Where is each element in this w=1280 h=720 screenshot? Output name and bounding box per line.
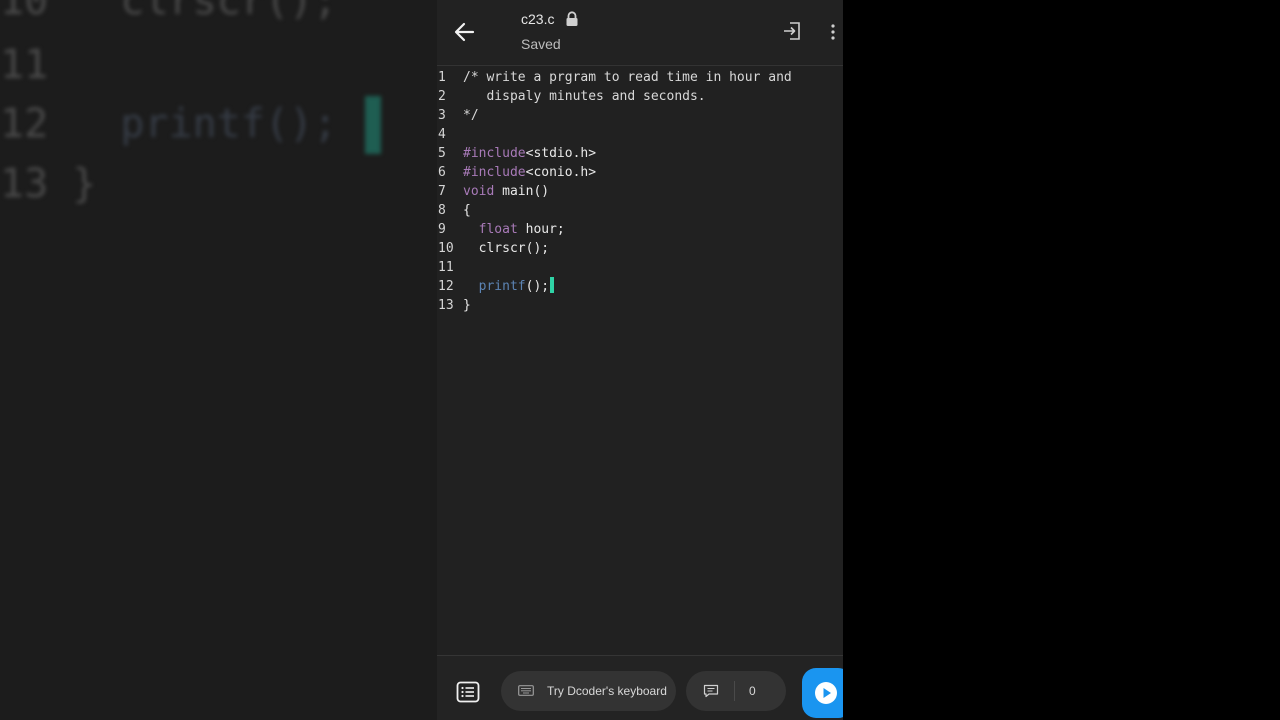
line-number: 7 — [438, 184, 446, 199]
code-token: */ — [463, 108, 479, 123]
play-icon — [815, 682, 837, 704]
line-number: 1 — [438, 70, 446, 85]
comment-icon — [703, 684, 719, 698]
code-token: void — [463, 184, 495, 199]
list-menu-icon — [456, 681, 480, 703]
code-line[interactable]: 8{ — [437, 201, 843, 220]
line-code: dispaly minutes and seconds. — [463, 87, 706, 106]
exit-button[interactable] — [781, 20, 803, 42]
line-number: 4 — [438, 127, 446, 142]
backdrop-line-number: 11 — [0, 42, 49, 88]
line-code: /* write a prgram to read time in hour a… — [463, 68, 792, 87]
backdrop-line: 11 — [0, 42, 48, 88]
code-token: <conio.h> — [525, 165, 597, 180]
backdrop-line-number: 12 — [0, 101, 49, 147]
line-code: void main() — [463, 182, 549, 201]
arrow-left-icon — [454, 22, 475, 42]
file-name: c23.c — [521, 11, 555, 27]
bottom-bar: Try Dcoder's keyboard 0 — [437, 655, 843, 720]
line-code: #include<stdio.h> — [463, 144, 596, 163]
line-number: 6 — [438, 165, 446, 180]
code-token: #include — [463, 165, 526, 180]
code-line[interactable]: 4 — [437, 125, 843, 144]
keyboard-label: Try Dcoder's keyboard — [547, 684, 667, 698]
code-editor[interactable]: 1 /* write a prgram to read time in hour … — [437, 67, 843, 655]
line-number: 11 — [438, 260, 454, 275]
code-line[interactable]: 2 dispaly minutes and seconds. — [437, 87, 843, 106]
code-line[interactable]: 11 — [437, 258, 843, 277]
line-number: 12 — [438, 279, 454, 294]
line-number: 5 — [438, 146, 446, 161]
code-line[interactable]: 6 #include<conio.h> — [437, 163, 843, 182]
back-button[interactable] — [451, 18, 479, 46]
code-token: <stdio.h> — [525, 146, 597, 161]
text-cursor — [550, 277, 555, 293]
backdrop-line-code: printf(); — [48, 101, 338, 147]
backdrop-line: 10 clrscr(); — [0, 0, 337, 24]
code-line[interactable]: 9 float hour; — [437, 220, 843, 239]
blurred-backdrop: 10 clrscr(); 11 12 printf(); 13 } — [0, 0, 437, 720]
backdrop-line-number: 13 — [0, 161, 49, 207]
line-code: clrscr(); — [463, 239, 549, 258]
editor-app: c23.c Saved 1 /* write a prgram to read t… — [437, 0, 843, 720]
code-token: printf — [478, 279, 526, 294]
code-token: dispaly minutes and seconds. — [463, 89, 706, 104]
line-code: #include<conio.h> — [463, 163, 596, 182]
comment-count: 0 — [749, 684, 756, 698]
code-line[interactable]: 13} — [437, 296, 843, 315]
backdrop-line-code: } — [48, 161, 97, 207]
code-line[interactable]: 5 #include<stdio.h> — [437, 144, 843, 163]
line-code: printf(); — [463, 277, 555, 296]
code-token: #include — [463, 146, 526, 161]
code-token: main() — [494, 184, 550, 199]
line-code: { — [463, 201, 471, 220]
backdrop-cursor — [365, 96, 381, 154]
line-number: 2 — [438, 89, 446, 104]
right-letterbox — [843, 0, 1280, 720]
divider — [734, 681, 735, 701]
code-token: clrscr(); — [463, 241, 550, 256]
line-number: 9 — [438, 222, 446, 237]
code-token: { — [463, 203, 471, 218]
backdrop-line-number: 10 — [0, 0, 49, 24]
try-keyboard-button[interactable]: Try Dcoder's keyboard — [501, 671, 676, 711]
backdrop-line: 13 } — [0, 161, 96, 207]
line-code: */ — [463, 106, 479, 125]
exit-icon — [784, 22, 800, 40]
code-line[interactable]: 10 clrscr(); — [437, 239, 843, 258]
line-number: 13 — [438, 298, 454, 313]
code-token: hour; — [517, 222, 565, 237]
line-code: float hour; — [463, 220, 565, 239]
code-token: float — [478, 222, 518, 237]
code-line[interactable]: 7 void main() — [437, 182, 843, 201]
keyboard-icon — [518, 685, 534, 696]
save-status: Saved — [521, 36, 561, 52]
code-token: /* write a prgram to read time in hour a… — [463, 70, 792, 85]
run-button[interactable] — [802, 668, 843, 718]
lock-icon — [565, 11, 579, 27]
code-line[interactable]: 12 printf(); — [437, 277, 843, 296]
divider — [437, 65, 843, 66]
code-token: (); — [525, 279, 550, 294]
more-vertical-icon — [831, 24, 835, 40]
line-number: 8 — [438, 203, 446, 218]
comments-button[interactable]: 0 — [686, 671, 786, 711]
line-number: 10 — [438, 241, 454, 256]
code-line[interactable]: 3 */ — [437, 106, 843, 125]
more-options-button[interactable] — [829, 21, 837, 43]
code-line[interactable]: 1 /* write a prgram to read time in hour … — [437, 68, 843, 87]
backdrop-line: 12 printf(); — [0, 101, 337, 147]
top-bar: c23.c Saved — [437, 0, 843, 64]
file-menu-button[interactable] — [456, 681, 480, 703]
code-token: } — [463, 298, 471, 313]
backdrop-line-code: clrscr(); — [48, 0, 338, 24]
line-code: } — [463, 296, 471, 315]
line-number: 3 — [438, 108, 446, 123]
